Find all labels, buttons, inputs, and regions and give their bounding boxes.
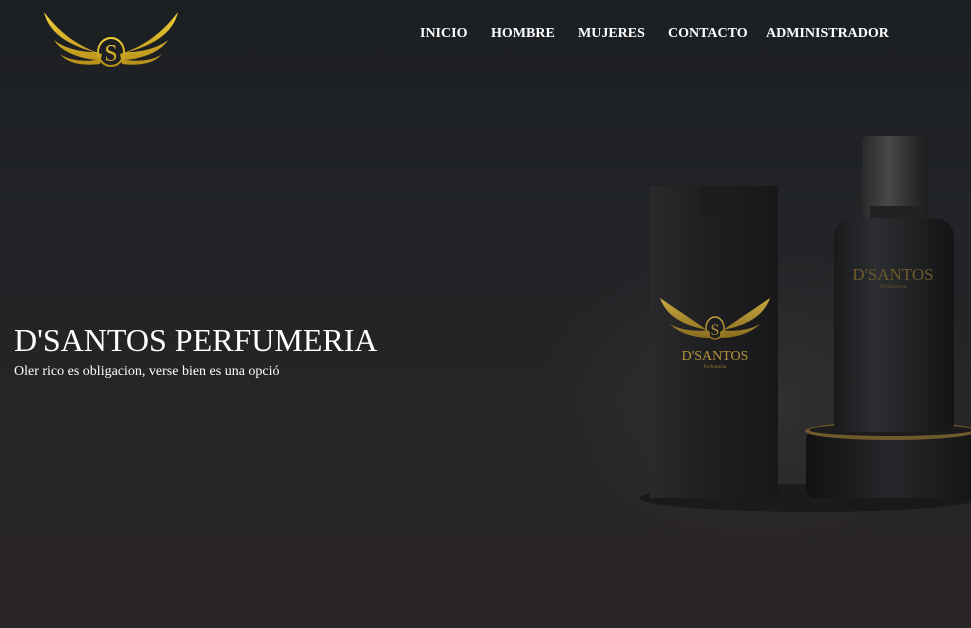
hero-subtitle: Oler rico es obligacion, verse bien es u… (14, 364, 280, 379)
product-image: S D'SANTOS Perfumeria D'SANTOS Perfumeri… (600, 120, 971, 520)
box-brand-label: D'SANTOS (682, 349, 749, 364)
hero-title: D'SANTOS PERFUMERIA (14, 322, 378, 358)
bottle-sub-label: Perfumeria (880, 283, 907, 290)
nav-item-mujeres[interactable]: MUJERES (578, 24, 645, 44)
nav-item-contacto[interactable]: CONTACTO (668, 24, 748, 44)
perfume-bottle: D'SANTOS Perfumeria (834, 136, 954, 432)
pedestal (805, 422, 971, 498)
site-header: S INICIO HOMBRE MUJERES CONTACTO ADMINIS… (0, 0, 971, 78)
nav-item-administrador[interactable]: ADMINISTRADOR (766, 24, 889, 44)
box-sub-label: Perfumeria (704, 365, 727, 370)
main-nav: INICIO HOMBRE MUJERES CONTACTO ADMINISTR… (0, 24, 971, 46)
perfume-box: S D'SANTOS Perfumeria (650, 186, 778, 498)
nav-item-inicio[interactable]: INICIO (420, 24, 467, 44)
nav-item-hombre[interactable]: HOMBRE (491, 24, 555, 44)
svg-text:S: S (711, 322, 720, 339)
bottle-brand-label: D'SANTOS (852, 265, 933, 284)
